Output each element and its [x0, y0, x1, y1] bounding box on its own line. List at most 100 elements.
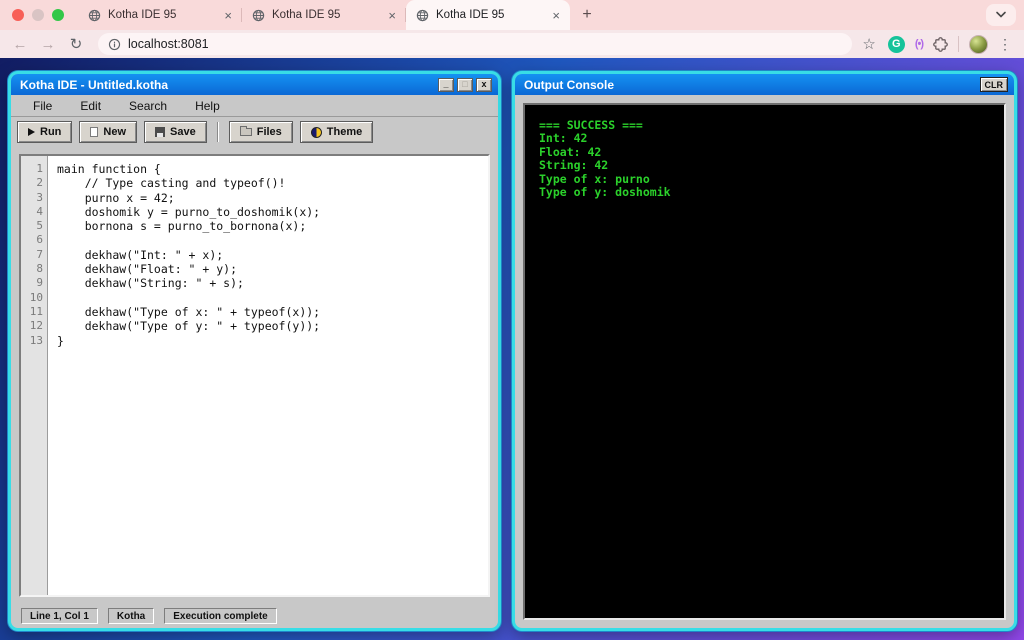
code-line: // Type casting and typeof()! [57, 176, 488, 190]
console-output-line: Float: 42 [539, 146, 990, 159]
tab-list: Kotha IDE 95×Kotha IDE 95×Kotha IDE 95× [78, 0, 570, 30]
menu-item-file[interactable]: File [19, 99, 66, 113]
globe-favicon [252, 9, 265, 22]
code-line: dekhaw("Int: " + x); [57, 248, 488, 262]
zoom-window-light[interactable] [52, 9, 64, 21]
toolbar-button-label: Run [40, 126, 61, 138]
code-line: dekhaw("Type of x: " + typeof(x)); [57, 305, 488, 319]
code-editor[interactable]: 12345678910111213 main function { // Typ… [19, 154, 490, 597]
code-line: main function { [57, 162, 488, 176]
tab-title: Kotha IDE 95 [108, 9, 215, 21]
ide-toolbar: Run New Save Files Theme [11, 117, 498, 147]
menu-item-edit[interactable]: Edit [66, 99, 115, 113]
ide-window: Kotha IDE - Untitled.kotha _ □ x FileEdi… [8, 71, 501, 631]
maximize-button[interactable]: □ [457, 78, 473, 92]
console-output-line: Type of y: doshomik [539, 186, 990, 199]
address-bar[interactable]: localhost:8081 [98, 33, 852, 55]
tab-title: Kotha IDE 95 [436, 9, 543, 21]
play-icon [28, 128, 35, 136]
save-button[interactable]: Save [144, 121, 207, 143]
code-line [57, 233, 488, 247]
ide-statusbar: Line 1, Col 1KothaExecution complete [11, 604, 498, 628]
extensions-puzzle-icon[interactable] [933, 37, 948, 52]
browser-tab-1[interactable]: Kotha IDE 95 × [78, 0, 242, 30]
globe-favicon [88, 9, 101, 22]
toolbar-button-label: Files [257, 126, 282, 138]
minimize-window-light[interactable] [32, 9, 44, 21]
browser-tab-strip: Kotha IDE 95×Kotha IDE 95×Kotha IDE 95× … [0, 0, 1024, 30]
cursor-position-status: Line 1, Col 1 [21, 608, 98, 624]
line-number: 5 [21, 219, 43, 233]
reload-button[interactable]: ↻ [64, 35, 88, 53]
new-tab-button[interactable]: + [574, 2, 600, 28]
line-number: 9 [21, 276, 43, 290]
back-button[interactable]: ← [8, 36, 32, 53]
code-line: bornona s = purno_to_bornona(x); [57, 219, 488, 233]
close-window-light[interactable] [12, 9, 24, 21]
console-output-line: String: 42 [539, 159, 990, 172]
browser-tab-3[interactable]: Kotha IDE 95 × [406, 0, 570, 30]
bookmark-star-icon[interactable]: ☆ [862, 35, 875, 53]
line-number: 13 [21, 334, 43, 348]
desktop-background: Kotha IDE - Untitled.kotha _ □ x FileEdi… [0, 58, 1024, 640]
new-button[interactable]: New [79, 121, 137, 143]
line-number: 7 [21, 248, 43, 262]
minimize-button[interactable]: _ [438, 78, 454, 92]
code-line: dekhaw("Type of y: " + typeof(y)); [57, 319, 488, 333]
clear-console-button[interactable]: CLR [980, 77, 1009, 92]
toolbar-extensions: ☆ G (•) ⋮ [862, 35, 1016, 54]
code-line: purno x = 42; [57, 191, 488, 205]
line-number: 4 [21, 205, 43, 219]
broadcast-icon[interactable]: (•) [915, 38, 923, 50]
menu-kebab-icon[interactable]: ⋮ [998, 36, 1012, 53]
console-output-line: Type of x: purno [539, 173, 990, 186]
close-button[interactable]: x [476, 78, 492, 92]
ide-titlebar[interactable]: Kotha IDE - Untitled.kotha _ □ x [11, 74, 498, 95]
globe-favicon [416, 9, 429, 22]
code-line: } [57, 334, 488, 348]
toolbar-button-label: New [103, 126, 126, 138]
profile-avatar[interactable] [969, 35, 988, 54]
theme-button[interactable]: Theme [300, 121, 373, 143]
line-number-gutter: 12345678910111213 [21, 156, 48, 595]
floppy-icon [155, 127, 165, 137]
console-titlebar[interactable]: Output Console CLR [515, 74, 1014, 95]
files-button[interactable]: Files [229, 121, 293, 143]
tab-close-icon[interactable]: × [386, 8, 398, 23]
forward-button[interactable]: → [36, 36, 60, 53]
console-output-line: Int: 42 [539, 132, 990, 145]
console-output-screen[interactable]: === SUCCESS ===Int: 42Float: 42String: 4… [523, 103, 1006, 620]
run-button[interactable]: Run [17, 121, 72, 143]
line-number: 1 [21, 162, 43, 176]
code-line [57, 291, 488, 305]
line-number: 12 [21, 319, 43, 333]
code-line: doshomik y = purno_to_doshomik(x); [57, 205, 488, 219]
tab-close-icon[interactable]: × [222, 8, 234, 23]
folder-icon [240, 128, 252, 136]
site-info-icon[interactable] [108, 38, 121, 51]
line-number: 8 [21, 262, 43, 276]
theme-icon [311, 127, 322, 138]
menu-item-search[interactable]: Search [115, 99, 181, 113]
line-number: 11 [21, 305, 43, 319]
ide-window-title: Kotha IDE - Untitled.kotha [20, 78, 435, 92]
line-number: 10 [21, 291, 43, 305]
console-output-line: === SUCCESS === [539, 119, 990, 132]
code-line: dekhaw("Float: " + y); [57, 262, 488, 276]
tab-close-icon[interactable]: × [550, 8, 562, 23]
code-line: dekhaw("String: " + s); [57, 276, 488, 290]
menu-item-help[interactable]: Help [181, 99, 234, 113]
ide-menubar: FileEditSearchHelp [11, 95, 498, 117]
tab-search-button[interactable] [986, 4, 1016, 26]
code-text-area[interactable]: main function { // Type casting and type… [48, 156, 488, 595]
url-text[interactable]: localhost:8081 [128, 37, 209, 51]
grammarly-icon[interactable]: G [888, 36, 905, 53]
chevron-down-icon [995, 11, 1007, 19]
execution-status: Execution complete [164, 608, 276, 624]
browser-tab-2[interactable]: Kotha IDE 95× [242, 0, 406, 30]
page-icon [90, 127, 98, 137]
toolbar-divider [958, 36, 959, 52]
macos-traffic-lights [0, 0, 78, 30]
console-window-title: Output Console [524, 78, 980, 92]
toolbar-button-label: Theme [327, 126, 362, 138]
